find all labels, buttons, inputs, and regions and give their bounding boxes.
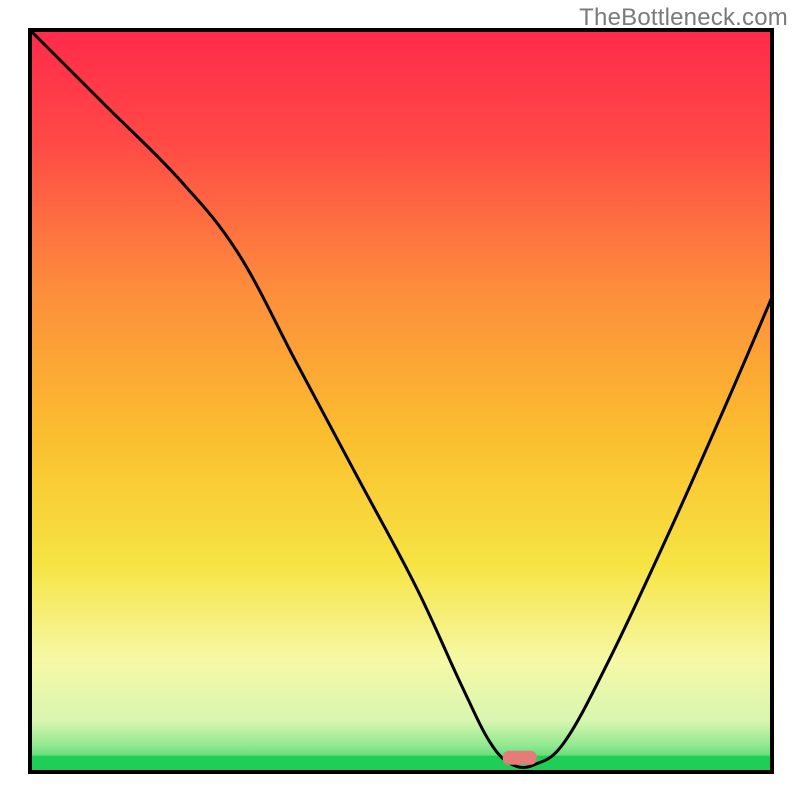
optimal-marker [503,751,537,765]
chart-svg [0,0,800,800]
green-floor-band [30,756,772,772]
watermark-text: TheBottleneck.com [579,4,788,32]
chart-frame: TheBottleneck.com [0,0,800,800]
